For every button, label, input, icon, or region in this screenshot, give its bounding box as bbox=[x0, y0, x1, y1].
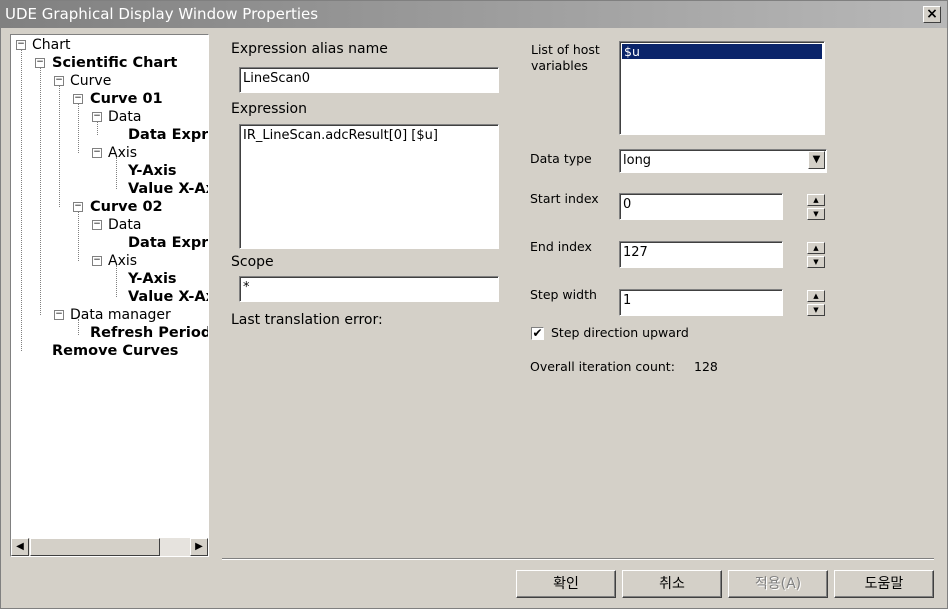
collapse-icon[interactable]: − bbox=[54, 310, 64, 320]
tree-node-curve[interactable]: Curve bbox=[70, 73, 111, 89]
tree-line bbox=[40, 67, 41, 315]
iteration-count-label: Overall iteration count: bbox=[530, 359, 675, 374]
host-variables-label: List of host variables bbox=[531, 42, 600, 73]
tree-node-curve-02[interactable]: Curve 02 bbox=[90, 199, 163, 215]
tree-line bbox=[78, 211, 79, 261]
tree-line bbox=[78, 103, 79, 153]
tree-line bbox=[21, 49, 22, 351]
tree-node-axis[interactable]: Axis bbox=[108, 145, 137, 161]
tree-line bbox=[97, 121, 98, 135]
scrollbar-thumb[interactable] bbox=[30, 538, 160, 556]
tree-node-data-expression[interactable]: Data Expre bbox=[128, 235, 208, 251]
tree-line bbox=[116, 157, 117, 189]
close-button[interactable]: × bbox=[923, 6, 941, 23]
step-width-label: Step width bbox=[530, 287, 597, 302]
collapse-icon[interactable]: − bbox=[73, 202, 83, 212]
tree-node-value-x-axis[interactable]: Value X-Ax bbox=[128, 181, 208, 197]
start-index-label: Start index bbox=[530, 191, 599, 206]
spin-up-icon[interactable]: ▲ bbox=[807, 242, 825, 254]
window-title: UDE Graphical Display Window Properties bbox=[5, 5, 319, 23]
alias-name-label: Expression alias name bbox=[231, 41, 388, 57]
collapse-icon[interactable]: − bbox=[16, 40, 26, 50]
end-index-label: End index bbox=[530, 239, 592, 254]
collapse-icon[interactable]: − bbox=[92, 256, 102, 266]
host-variables-listbox[interactable]: $u bbox=[619, 41, 825, 135]
spin-down-icon[interactable]: ▼ bbox=[807, 304, 825, 316]
tree-line bbox=[59, 85, 60, 207]
spin-down-icon[interactable]: ▼ bbox=[807, 256, 825, 268]
tree-node-axis[interactable]: Axis bbox=[108, 253, 137, 269]
collapse-icon[interactable]: − bbox=[92, 112, 102, 122]
step-direction-checkbox[interactable]: ✔ bbox=[531, 327, 544, 340]
end-index-input[interactable]: 127 bbox=[619, 241, 783, 268]
expression-label: Expression bbox=[231, 101, 307, 117]
scope-label: Scope bbox=[231, 254, 274, 270]
iteration-count-value: 128 bbox=[694, 359, 718, 374]
spin-down-icon[interactable]: ▼ bbox=[807, 208, 825, 220]
expression-textarea[interactable]: IR_LineScan.adcResult[0] [$u] bbox=[239, 124, 499, 249]
alias-name-input[interactable]: LineScan0 bbox=[239, 67, 499, 93]
collapse-icon[interactable]: − bbox=[92, 220, 102, 230]
ok-button[interactable]: 확인 bbox=[516, 570, 616, 598]
spin-up-icon[interactable]: ▲ bbox=[807, 290, 825, 302]
tree-node-y-axis[interactable]: Y-Axis bbox=[128, 163, 177, 179]
start-index-input[interactable]: 0 bbox=[619, 193, 783, 220]
tree-horizontal-scrollbar[interactable]: ◀ ▶ bbox=[11, 538, 208, 556]
button-separator bbox=[222, 558, 934, 560]
scroll-right-icon[interactable]: ▶ bbox=[190, 538, 208, 556]
step-width-spinner[interactable]: ▲ ▼ bbox=[807, 290, 825, 317]
start-index-spinner[interactable]: ▲ ▼ bbox=[807, 194, 825, 221]
tree-node-data[interactable]: Data bbox=[108, 109, 141, 125]
tree-node-y-axis[interactable]: Y-Axis bbox=[128, 271, 177, 287]
help-button[interactable]: 도움말 bbox=[834, 570, 934, 598]
tree-node-remove-curves[interactable]: Remove Curves bbox=[52, 343, 178, 359]
step-width-input[interactable]: 1 bbox=[619, 289, 783, 316]
tree-node-curve-01[interactable]: Curve 01 bbox=[90, 91, 163, 107]
data-type-value: long bbox=[623, 153, 652, 168]
last-translation-error-label: Last translation error: bbox=[231, 312, 383, 328]
tree-node-chart[interactable]: Chart bbox=[32, 37, 70, 53]
tree-node-data[interactable]: Data bbox=[108, 217, 141, 233]
tree-node-data-expression[interactable]: Data Expre bbox=[128, 127, 208, 143]
end-index-spinner[interactable]: ▲ ▼ bbox=[807, 242, 825, 269]
data-type-select[interactable]: long ▼ bbox=[619, 149, 827, 173]
scope-input[interactable]: * bbox=[239, 276, 499, 302]
collapse-icon[interactable]: − bbox=[73, 94, 83, 104]
properties-dialog: UDE Graphical Display Window Properties … bbox=[0, 0, 948, 609]
title-bar[interactable]: UDE Graphical Display Window Properties … bbox=[1, 1, 947, 28]
tree-node-scientific-chart[interactable]: Scientific Chart bbox=[52, 55, 177, 71]
tree-node-value-x-axis[interactable]: Value X-Ax bbox=[128, 289, 208, 305]
chevron-down-icon[interactable]: ▼ bbox=[808, 151, 825, 169]
spin-up-icon[interactable]: ▲ bbox=[807, 194, 825, 206]
collapse-icon[interactable]: − bbox=[35, 58, 45, 68]
collapse-icon[interactable]: − bbox=[92, 148, 102, 158]
apply-button[interactable]: 적용(A) bbox=[728, 570, 828, 598]
tree-node-data-manager[interactable]: Data manager bbox=[70, 307, 171, 323]
collapse-icon[interactable]: − bbox=[54, 76, 64, 86]
tree-line bbox=[116, 265, 117, 297]
chart-tree-view[interactable]: − Chart − Scientific Chart − Curve − Cur… bbox=[10, 34, 209, 557]
cancel-button[interactable]: 취소 bbox=[622, 570, 722, 598]
data-type-label: Data type bbox=[530, 151, 592, 166]
host-variable-item[interactable]: $u bbox=[622, 44, 822, 59]
step-direction-label: Step direction upward bbox=[551, 325, 689, 340]
tree-node-refresh-period[interactable]: Refresh Period bbox=[90, 325, 208, 341]
scroll-left-icon[interactable]: ◀ bbox=[11, 538, 29, 556]
